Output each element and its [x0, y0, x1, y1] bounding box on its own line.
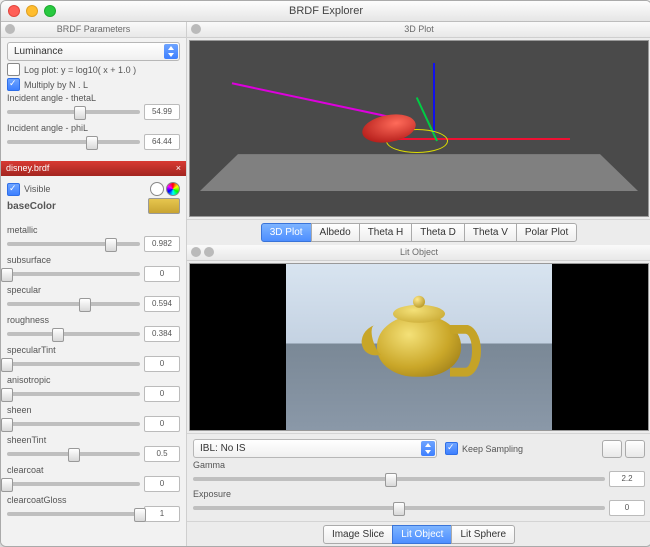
window-minimize-button[interactable] [26, 5, 38, 17]
log-plot-checkbox[interactable] [7, 63, 20, 76]
window-close-button[interactable] [8, 5, 20, 17]
close-plot-button[interactable] [191, 24, 201, 34]
metallic-label: metallic [7, 225, 180, 235]
sheenTint-value[interactable]: 0.5 [144, 446, 180, 462]
save-image-button[interactable] [602, 440, 622, 458]
sheenTint-label: sheenTint [7, 435, 180, 445]
solo-toggle-button[interactable] [150, 182, 164, 196]
specular-slider[interactable] [7, 302, 140, 306]
roughness-value[interactable]: 0.384 [144, 326, 180, 342]
clearcoatGloss-label: clearcoatGloss [7, 495, 180, 505]
roughness-label: roughness [7, 315, 180, 325]
clearcoat-slider[interactable] [7, 482, 140, 486]
sheen-label: sheen [7, 405, 180, 415]
specularTint-label: specularTint [7, 345, 180, 355]
tab-plot-theta d[interactable]: Theta D [411, 223, 465, 242]
tab-lit-lit object[interactable]: Lit Object [392, 525, 452, 544]
brdf-file-name: disney.brdf [6, 161, 49, 176]
specular-label: specular [7, 285, 180, 295]
subsurface-label: subsurface [7, 255, 180, 265]
close-lit-button[interactable] [191, 247, 201, 257]
anisotropic-label: anisotropic [7, 375, 180, 385]
basecolor-swatch[interactable] [148, 198, 180, 214]
angle-1-slider[interactable] [7, 140, 140, 144]
tab-plot-polar plot[interactable]: Polar Plot [516, 223, 577, 242]
brdf-visible-checkbox[interactable] [7, 183, 20, 196]
window-title: BRDF Explorer [289, 5, 363, 17]
tab-lit-lit sphere[interactable]: Lit Sphere [451, 525, 515, 544]
lit-object-viewport[interactable] [189, 263, 649, 431]
keep-sampling-checkbox[interactable] [445, 442, 458, 455]
clearcoatGloss-value[interactable]: 1 [144, 506, 180, 522]
lit-tabs: Image SliceLit ObjectLit Sphere [187, 521, 650, 547]
color-wheel-button[interactable] [166, 182, 180, 196]
sheen-slider[interactable] [7, 422, 140, 426]
titlebar: BRDF Explorer [1, 1, 650, 22]
undock-lit-button[interactable] [204, 247, 214, 257]
metallic-slider[interactable] [7, 242, 140, 246]
exposure-value[interactable]: 0 [609, 500, 645, 516]
anisotropic-slider[interactable] [7, 392, 140, 396]
specular-value[interactable]: 0.594 [144, 296, 180, 312]
window-zoom-button[interactable] [44, 5, 56, 17]
sheen-value[interactable]: 0 [144, 416, 180, 432]
model-button[interactable] [625, 440, 645, 458]
parameters-panel: BRDF Parameters Luminance Log plot: y = … [1, 22, 187, 547]
angle-0-value[interactable]: 54.99 [144, 104, 180, 120]
log-plot-label: Log plot: y = log10( x + 1.0 ) [24, 65, 136, 75]
angle-0-slider[interactable] [7, 110, 140, 114]
sheenTint-slider[interactable] [7, 452, 140, 456]
anisotropic-value[interactable]: 0 [144, 386, 180, 402]
multiply-nl-label: Multiply by N . L [24, 80, 88, 90]
close-icon[interactable]: × [176, 161, 181, 176]
multiply-nl-checkbox[interactable] [7, 78, 20, 91]
parameters-title: BRDF Parameters [1, 22, 186, 38]
clearcoatGloss-slider[interactable] [7, 512, 140, 516]
angle-1-value[interactable]: 64.44 [144, 134, 180, 150]
tab-plot-albedo[interactable]: Albedo [311, 223, 360, 242]
axis-blue [433, 63, 435, 133]
tab-plot-3d plot[interactable]: 3D Plot [261, 223, 312, 242]
tab-plot-theta h[interactable]: Theta H [359, 223, 413, 242]
angle-0-label: Incident angle - thetaL [7, 93, 180, 103]
specularTint-slider[interactable] [7, 362, 140, 366]
lit-pane-title: Lit Object [187, 245, 650, 261]
gamma-slider[interactable] [193, 477, 605, 481]
3d-plot-viewport[interactable] [189, 40, 649, 217]
teapot-render [377, 315, 461, 377]
chevron-updown-icon [164, 44, 178, 59]
plot-pane-title: 3D Plot [187, 22, 650, 38]
metallic-value[interactable]: 0.982 [144, 236, 180, 252]
ibl-select[interactable]: IBL: No IS [193, 439, 437, 458]
subsurface-value[interactable]: 0 [144, 266, 180, 282]
plot-tabs: 3D PlotAlbedoTheta HTheta DTheta VPolar … [187, 219, 650, 245]
display-mode-select[interactable]: Luminance [7, 42, 180, 61]
gamma-value[interactable]: 2.2 [609, 471, 645, 487]
clearcoat-label: clearcoat [7, 465, 180, 475]
exposure-slider[interactable] [193, 506, 605, 510]
app-window: BRDF Explorer BRDF Parameters Luminance … [0, 0, 650, 547]
specularTint-value[interactable]: 0 [144, 356, 180, 372]
chevron-updown-icon [421, 441, 435, 456]
angle-1-label: Incident angle - phiL [7, 123, 180, 133]
subsurface-slider[interactable] [7, 272, 140, 276]
brdf-file-header: disney.brdf × [1, 161, 186, 176]
clearcoat-value[interactable]: 0 [144, 476, 180, 492]
basecolor-label: baseColor [7, 201, 56, 212]
close-panel-button[interactable] [5, 24, 15, 34]
roughness-slider[interactable] [7, 332, 140, 336]
tab-lit-image slice[interactable]: Image Slice [323, 525, 393, 544]
tab-plot-theta v[interactable]: Theta V [464, 223, 517, 242]
